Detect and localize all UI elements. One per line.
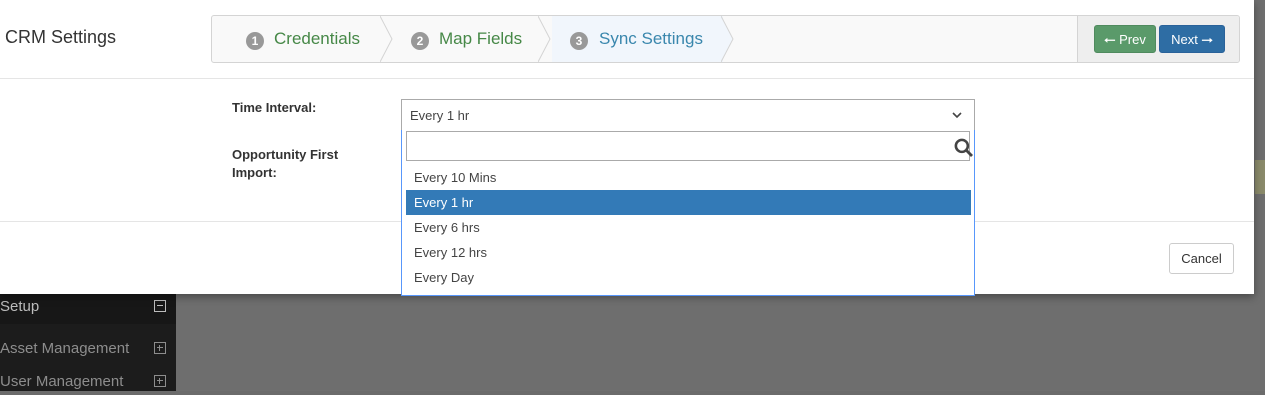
option-label: Every 1 hr: [414, 195, 474, 210]
search-icon: [954, 138, 974, 158]
sidebar-item-label: Setup: [0, 298, 40, 315]
sidebar-item-label: User Management: [0, 373, 124, 390]
expand-icon[interactable]: [154, 342, 166, 354]
wizard-step-sync-settings[interactable]: 3 Sync Settings: [552, 16, 723, 62]
next-button[interactable]: Next 🠂: [1159, 25, 1225, 53]
step-number-badge: 1: [246, 32, 264, 50]
expand-icon[interactable]: [154, 375, 166, 387]
sidebar-item-user-management[interactable]: User Management: [0, 371, 176, 395]
dropdown-option-every-day[interactable]: Every Day: [406, 265, 971, 290]
step-separator-icon: [380, 16, 393, 62]
dropdown-option-every-10-mins[interactable]: Every 10 Mins: [406, 165, 971, 190]
header-divider: [0, 78, 1254, 79]
chevron-down-icon: [952, 112, 962, 119]
dropdown-option-every-12-hrs[interactable]: Every 12 hrs: [406, 240, 971, 265]
time-interval-dropdown: Every 10 Mins Every 1 hr Every 6 hrs Eve…: [401, 130, 975, 296]
wizard-actions: 🠀 Prev Next 🠂: [1077, 16, 1239, 62]
collapse-icon[interactable]: [154, 300, 166, 312]
step-number-badge: 3: [570, 32, 588, 50]
wizard-step-credentials[interactable]: 1 Credentials: [212, 16, 382, 62]
step-number-badge: 2: [411, 32, 429, 50]
prev-button-label: Prev: [1119, 32, 1146, 47]
dropdown-option-every-6-hrs[interactable]: Every 6 hrs: [406, 215, 971, 240]
sidebar-item-asset-management[interactable]: Asset Management: [0, 338, 176, 362]
background-highlight-strip: [1255, 160, 1265, 194]
sidebar-item-setup[interactable]: Setup: [0, 296, 176, 320]
dropdown-option-every-1-hr[interactable]: Every 1 hr: [406, 190, 971, 215]
next-button-label: Next: [1171, 32, 1198, 47]
prev-button[interactable]: 🠀 Prev: [1094, 25, 1156, 53]
selected-value: Every 1 hr: [410, 108, 470, 123]
modal-title: CRM Settings: [5, 27, 117, 47]
label-line: Import:: [232, 165, 277, 180]
arrow-right-icon: 🠂: [1201, 32, 1213, 48]
sidebar-item-label: Asset Management: [0, 340, 130, 357]
option-label: Every 10 Mins: [414, 170, 497, 185]
cancel-button[interactable]: Cancel: [1169, 243, 1234, 274]
step-separator-icon: [721, 16, 734, 62]
arrow-left-icon: 🠀: [1104, 32, 1116, 48]
opportunity-first-import-label: Opportunity First Import:: [232, 146, 338, 182]
dropdown-search-input[interactable]: [406, 131, 970, 161]
step-separator-icon: [538, 16, 551, 62]
time-interval-label: Time Interval:: [232, 100, 317, 115]
option-label: Every 12 hrs: [414, 245, 487, 260]
option-label: Every Day: [414, 270, 474, 285]
label-line: Opportunity First: [232, 147, 339, 162]
option-label: Every 6 hrs: [414, 220, 480, 235]
step-label: Credentials: [274, 29, 360, 48]
wizard-step-map-fields[interactable]: 2 Map Fields: [394, 16, 540, 62]
time-interval-select[interactable]: Every 1 hr: [401, 99, 975, 131]
step-label: Sync Settings: [599, 29, 703, 48]
wizard-steps: 1 Credentials 2 Map Fields 3 Sync Settin…: [211, 15, 1240, 63]
step-label: Map Fields: [439, 29, 523, 48]
